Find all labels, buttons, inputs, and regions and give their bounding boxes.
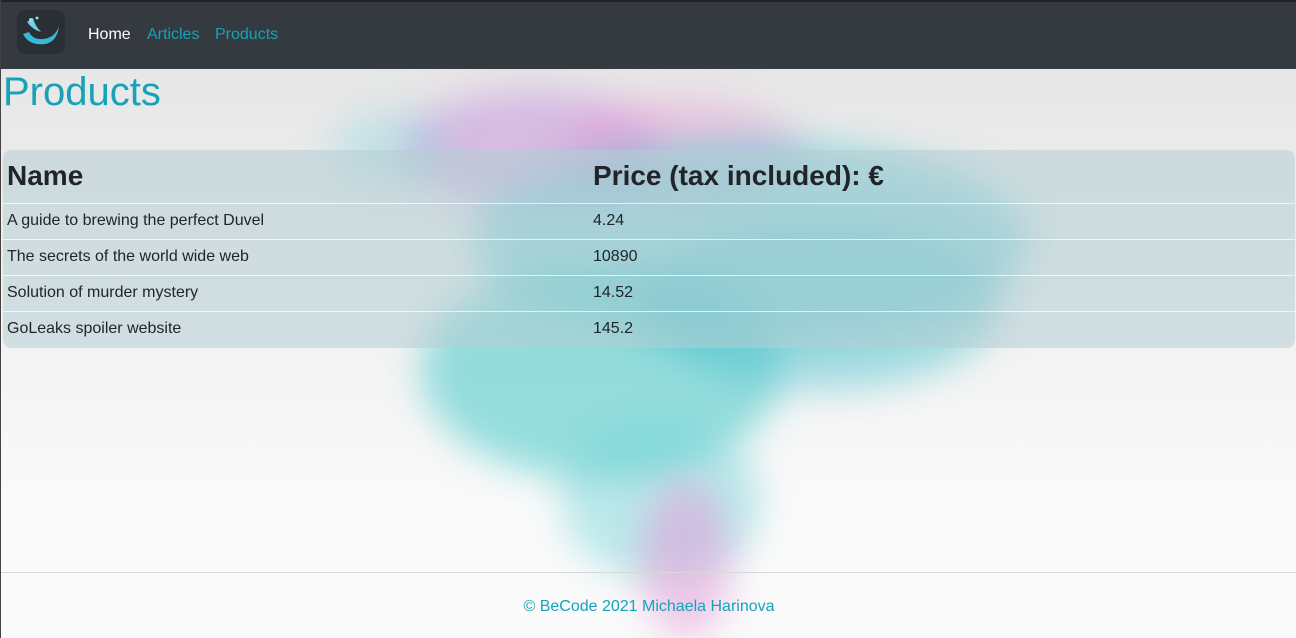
becode-logo[interactable] [17,10,65,54]
page-footer: © BeCode 2021 Michaela Harinova [1,572,1296,638]
nav-link-products[interactable]: Products [215,26,278,44]
footer-copyright: © BeCode 2021 Michaela Harinova [523,598,775,615]
nav-link-articles[interactable]: Articles [147,26,199,44]
column-header-price: Price (tax included): € [589,150,1295,204]
nav-link-home[interactable]: Home [88,26,131,44]
top-navbar: Home Articles Products [1,0,1296,69]
product-price: 14.52 [589,274,1295,311]
product-name: A guide to brewing the perfect Duvel [3,202,589,239]
table-header-row: Name Price (tax included): € [3,150,1295,204]
table-row: The secrets of the world wide web 10890 [3,238,1295,275]
logo-splash-icon [23,16,59,45]
table-row: GoLeaks spoiler website 145.2 [3,310,1295,347]
product-name: The secrets of the world wide web [3,238,589,275]
product-name: GoLeaks spoiler website [3,310,589,347]
product-price: 4.24 [589,202,1295,239]
products-table: Name Price (tax included): € A guide to … [3,150,1295,348]
table-row: A guide to brewing the perfect Duvel 4.2… [3,202,1295,239]
table-row: Solution of murder mystery 14.52 [3,274,1295,311]
product-name: Solution of murder mystery [3,274,589,311]
page-title: Products [3,70,161,114]
product-price: 10890 [589,238,1295,275]
product-price: 145.2 [589,310,1295,347]
column-header-name: Name [3,150,589,204]
